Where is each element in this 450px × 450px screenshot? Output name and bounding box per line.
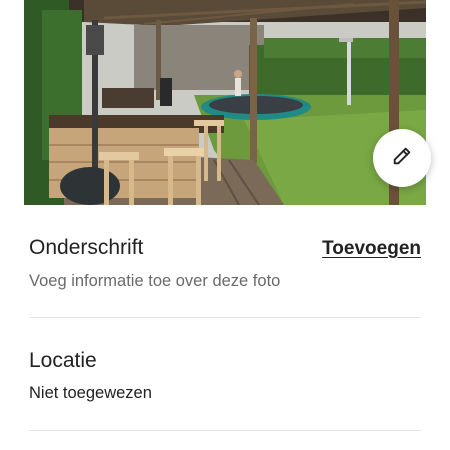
add-caption-link[interactable]: Toevoegen [322, 238, 421, 260]
garden-photo [24, 0, 426, 205]
photo-area [0, 0, 450, 205]
location-title: Locatie [29, 349, 97, 372]
location-value: Niet toegewezen [29, 384, 152, 402]
location-section[interactable]: Locatie Niet toegewezen [29, 349, 421, 403]
caption-hint: Voeg informatie toe over deze foto [29, 272, 281, 290]
caption-section: Onderschrift Toevoegen Voeg informatie t… [29, 236, 421, 291]
divider [29, 430, 421, 431]
caption-title: Onderschrift [29, 236, 144, 259]
pencil-icon [391, 145, 413, 172]
divider [29, 317, 421, 318]
edit-photo-button[interactable] [373, 129, 431, 187]
